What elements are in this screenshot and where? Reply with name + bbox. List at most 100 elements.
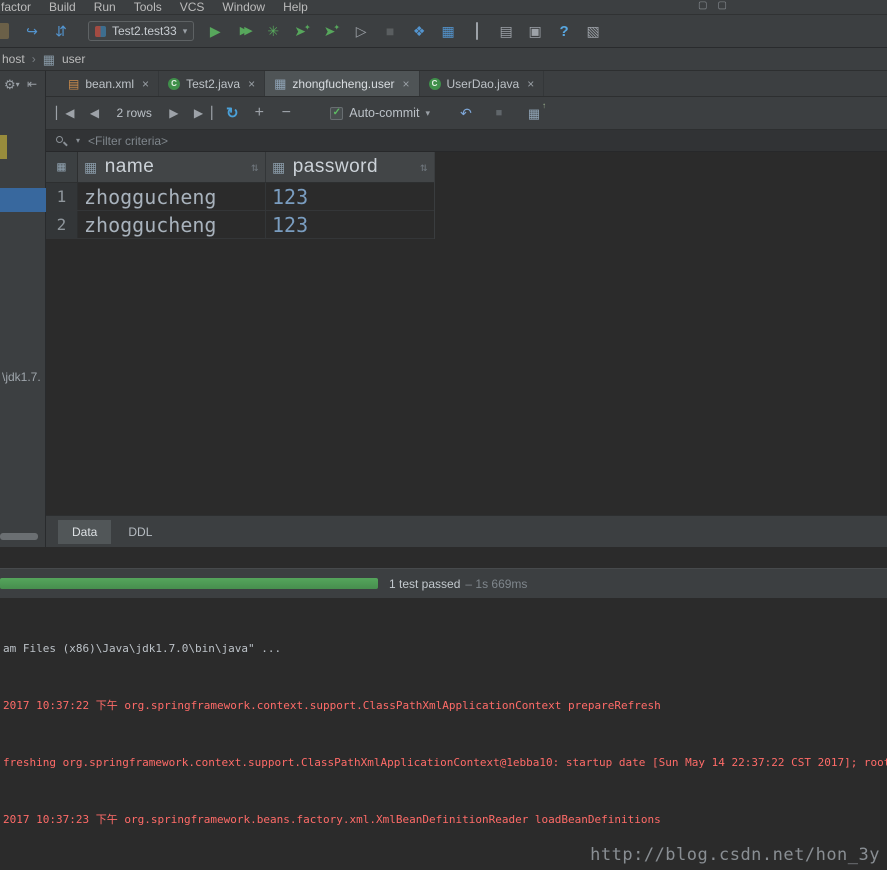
view-tab-bar: Data DDL [46,515,887,547]
row-number[interactable]: 1 [46,183,78,210]
tab-userdao-java[interactable]: C UserDao.java × [420,71,545,96]
menu-extra-icons: ▢ ▢ [698,0,727,11]
stop-button[interactable]: ■ [382,24,398,38]
selected-tree-item[interactable] [0,188,46,212]
column-icon: ▦ [272,160,286,174]
cell-name[interactable]: zhoggucheng [84,185,216,209]
run-with-coverage-icon[interactable]: ➤✦ [294,24,310,38]
menu-item-window[interactable]: Window [213,0,274,14]
tab-zhongfucheng-user[interactable]: ▦ zhongfucheng.user × [265,71,419,96]
console-line: 2017 10:37:22 下午 org.springframework.con… [3,696,887,715]
tab-label: Test2.java [186,77,240,91]
chevron-down-icon[interactable]: ▾ [425,108,430,119]
console-output: am Files (x86)\Java\jdk1.7.0\bin\java" .… [0,598,887,870]
restore-layout-icon[interactable]: ▦ [440,24,456,38]
cell-password[interactable]: 123 [272,213,308,237]
breadcrumb-table[interactable]: user [62,52,85,66]
menu-item-tools[interactable]: Tools [125,0,171,14]
printer-icon[interactable]: ▣ [527,24,543,38]
window-icon: ▢ [717,0,726,11]
panel-splitter[interactable] [0,547,887,568]
tab-label: bean.xml [85,77,134,91]
horizontal-scrollbar[interactable] [0,533,38,540]
column-header-name[interactable]: ▦ name ⇅ [78,152,266,182]
chevron-down-icon[interactable]: ▾ [76,136,80,145]
run-button[interactable]: ▶ [207,24,223,38]
auto-commit-checkbox[interactable]: ✓ [330,107,343,120]
profile-run-icon[interactable]: ➤✦ [324,24,340,38]
tab-test2-java[interactable]: C Test2.java × [159,71,265,96]
run-dashboard-icon[interactable]: ❖ [411,24,427,38]
menu-item-run[interactable]: Run [85,0,125,14]
filter-bar: ▾ <Filter criteria> [46,130,887,152]
run-script-icon[interactable]: ▷ [353,24,369,38]
table-row[interactable]: 1 zhoggucheng 123 [46,183,434,211]
forward-arrow-icon[interactable]: ↪ [24,24,40,38]
chevron-down-icon: ▾ [183,26,188,37]
sort-icon[interactable]: ⇅ [420,160,428,174]
run-config-selector[interactable]: Test2.test33 ▾ [88,21,194,41]
revert-changes-icon[interactable]: ↶ [459,106,473,120]
grid-corner-cell[interactable]: ▦ [46,152,78,182]
collapse-panel-icon[interactable]: ⇤ [27,77,37,91]
filter-input[interactable]: <Filter criteria> [88,134,168,148]
next-page-icon[interactable]: ▶ [167,107,181,119]
auto-commit-control[interactable]: ✓ Auto-commit ▾ [330,106,430,120]
rerun-failed-tests-icon[interactable]: ✳ [265,24,281,38]
last-page-icon[interactable]: ▶▕ [194,107,212,119]
project-panel: ⚙▾ ⇤ \jdk1.7. [0,71,46,547]
console-line: freshing org.springframework.context.sup… [3,753,887,772]
cell-name[interactable]: zhoggucheng [84,213,216,237]
rerun-tests-icon[interactable]: ▶▶ [236,26,252,37]
row-number[interactable]: 2 [46,211,78,238]
data-grid: ▦ ▦ name ⇅ ▦ password ⇅ 1 zhoggucheng 12… [46,152,435,239]
tab-ddl[interactable]: DDL [114,520,166,544]
submit-changes-icon[interactable]: ▦↑ [527,107,541,120]
previous-page-icon[interactable]: ◀ [87,107,101,119]
tab-data[interactable]: Data [58,520,111,544]
sort-icon[interactable]: ⇅ [251,160,259,174]
console-line: am Files (x86)\Java\jdk1.7.0\bin\java" .… [3,639,887,658]
table-row[interactable]: 2 zhoggucheng 123 [46,211,434,239]
cell-password[interactable]: 123 [272,185,308,209]
clipped-icon [0,23,9,39]
sync-icon[interactable]: ⇵ [53,24,69,38]
column-header-password[interactable]: ▦ password ⇅ [266,152,434,182]
search-icon [56,135,68,147]
test-progress-bar [0,578,378,589]
calendar-icon[interactable]: ▤ [498,24,514,38]
up-arrow-icon: ↑ [542,102,546,110]
tab-bean-xml[interactable]: ▤ bean.xml × [59,71,159,96]
add-row-icon[interactable]: + [252,105,266,121]
tree-item-label[interactable]: \jdk1.7. [2,370,46,384]
menu-bar: factor Build Run Tools VCS Window Help ▢… [0,0,887,15]
java-class-icon: C [429,78,441,90]
grid-header-row: ▦ ▦ name ⇅ ▦ password ⇅ [46,152,434,183]
breadcrumb: host › ▦ user [0,48,887,71]
breadcrumb-host[interactable]: host [2,52,25,66]
menu-item-vcs[interactable]: VCS [171,0,214,14]
menu-item-refactor[interactable]: factor [0,0,40,14]
tab-label: zhongfucheng.user [292,77,394,91]
test-status-bar: 1 test passed – 1s 669ms [0,568,887,598]
delete-row-icon[interactable]: − [279,105,293,121]
first-page-icon[interactable]: ▏◀ [56,107,74,119]
editor-area: ▤ bean.xml × C Test2.java × ▦ zhongfuche… [46,71,887,547]
table-icon: ▦ [57,160,65,174]
close-icon[interactable]: × [142,77,149,91]
file-scope-color-mark [0,135,7,159]
test-duration-label: – 1s 669ms [465,577,527,591]
gear-icon[interactable]: ⚙▾ [4,77,20,93]
help-icon[interactable]: ? [556,24,572,39]
window-icon: ▢ [698,0,707,11]
reload-page-icon[interactable]: ↻ [225,106,239,121]
breadcrumb-separator: › [32,52,36,66]
menu-item-build[interactable]: Build [40,0,85,14]
main-toolbar: ↪ ⇵ Test2.test33 ▾ ▶ ▶▶ ✳ ➤✦ ➤✦ ▷ ■ ❖ ▦ … [0,15,887,48]
update-project-icon[interactable]: ▧ [585,24,601,38]
close-icon[interactable]: × [248,77,255,91]
menu-item-help[interactable]: Help [274,0,317,14]
monitor-icon[interactable] [469,24,485,38]
close-icon[interactable]: × [527,77,534,91]
close-icon[interactable]: × [402,77,409,91]
